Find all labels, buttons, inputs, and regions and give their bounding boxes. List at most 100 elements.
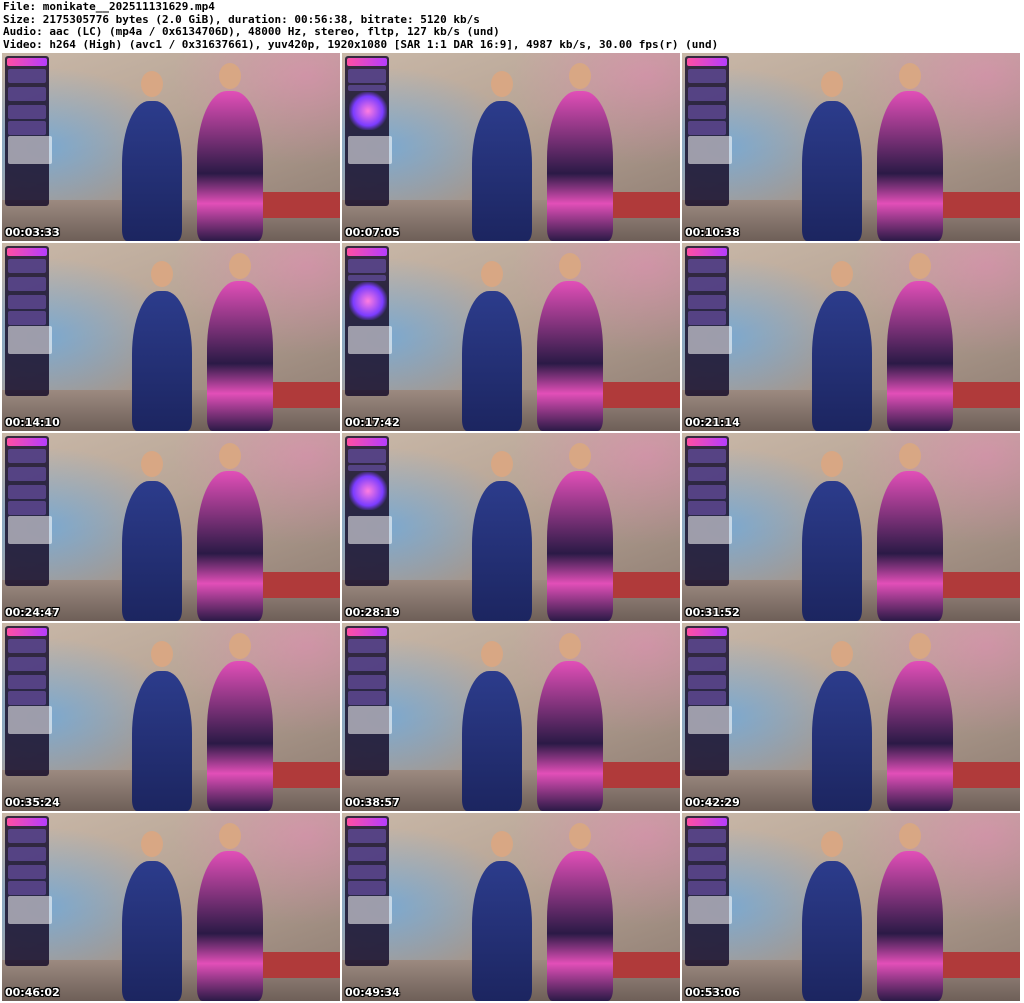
- thumbnail-frame-image: [2, 53, 340, 241]
- person-head: [899, 823, 921, 849]
- stream-overlay-panel: [5, 626, 52, 776]
- person-figure: [132, 291, 192, 431]
- person-head: [219, 443, 241, 469]
- thumbnail-frame-image: [342, 243, 680, 431]
- person-head: [481, 641, 503, 667]
- person-figure: [472, 861, 532, 1001]
- thumbnail-timestamp: 00:17:42: [345, 416, 400, 429]
- thumbnail-frame-image: [2, 433, 340, 621]
- thumbnail-timestamp: 00:53:06: [685, 986, 740, 999]
- video-thumbnail[interactable]: 00:03:33: [2, 53, 340, 241]
- thumbnail-frame-image: [342, 433, 680, 621]
- thumbnail-timestamp: 00:14:10: [5, 416, 60, 429]
- person-figure: [887, 281, 953, 431]
- thumbnail-timestamp: 00:10:38: [685, 226, 740, 239]
- thumbnail-frame-image: [342, 623, 680, 811]
- thumbnail-timestamp: 00:03:33: [5, 226, 60, 239]
- person-figure: [802, 481, 862, 621]
- person-head: [821, 831, 843, 857]
- person-head: [491, 451, 513, 477]
- video-thumbnail[interactable]: 00:24:47: [2, 433, 340, 621]
- person-figure: [197, 91, 263, 241]
- person-head: [219, 63, 241, 89]
- video-thumbnail[interactable]: 00:49:34: [342, 813, 680, 1001]
- person-figure: [537, 281, 603, 431]
- video-thumbnail[interactable]: 00:17:42: [342, 243, 680, 431]
- person-figure: [122, 861, 182, 1001]
- person-figure: [207, 281, 273, 431]
- video-thumbnail[interactable]: 00:31:52: [682, 433, 1020, 621]
- person-figure: [132, 671, 192, 811]
- person-head: [569, 443, 591, 469]
- video-thumbnail[interactable]: 00:10:38: [682, 53, 1020, 241]
- person-head: [151, 641, 173, 667]
- person-head: [909, 633, 931, 659]
- person-figure: [462, 671, 522, 811]
- person-head: [491, 831, 513, 857]
- file-info-header: File: monikate__202511131629.mp4 Size: 2…: [3, 1, 1021, 51]
- person-head: [151, 261, 173, 287]
- person-figure: [472, 481, 532, 621]
- thumbnail-frame-image: [342, 53, 680, 241]
- person-figure: [547, 471, 613, 621]
- thumbnail-timestamp: 00:24:47: [5, 606, 60, 619]
- stream-overlay-panel: [345, 56, 392, 206]
- person-head: [899, 63, 921, 89]
- stream-overlay-panel: [5, 56, 52, 206]
- file-size-line: Size: 2175305776 bytes (2.0 GiB), durati…: [3, 13, 480, 26]
- person-head: [831, 641, 853, 667]
- thumbnail-frame-image: [2, 623, 340, 811]
- stream-overlay-panel: [685, 246, 732, 396]
- person-figure: [547, 91, 613, 241]
- person-figure: [197, 851, 263, 1001]
- person-head: [229, 633, 251, 659]
- video-thumbnail[interactable]: 00:28:19: [342, 433, 680, 621]
- video-thumbnail[interactable]: 00:53:06: [682, 813, 1020, 1001]
- video-thumbnail[interactable]: 00:21:14: [682, 243, 1020, 431]
- stream-overlay-panel: [685, 436, 732, 586]
- person-figure: [207, 661, 273, 811]
- thumbnail-frame-image: [682, 813, 1020, 1001]
- video-thumbnail[interactable]: 00:35:24: [2, 623, 340, 811]
- thumbnail-grid: 00:03:33 00:07:05 00:10:38 00:14:10 00:17:42…: [2, 53, 1023, 1002]
- thumbnail-timestamp: 00:35:24: [5, 796, 60, 809]
- person-figure: [122, 481, 182, 621]
- video-thumbnail[interactable]: 00:07:05: [342, 53, 680, 241]
- stream-overlay-panel: [345, 626, 392, 776]
- person-head: [569, 823, 591, 849]
- thumbnail-timestamp: 00:28:19: [345, 606, 400, 619]
- audio-info-line: Audio: aac (LC) (mp4a / 0x6134706D), 480…: [3, 26, 500, 39]
- thumbnail-frame-image: [2, 813, 340, 1001]
- person-figure: [122, 101, 182, 241]
- video-info-line: Video: h264 (High) (avc1 / 0x31637661), …: [3, 38, 719, 51]
- thumbnail-timestamp: 00:46:02: [5, 986, 60, 999]
- person-head: [909, 253, 931, 279]
- person-head: [559, 253, 581, 279]
- video-thumbnail[interactable]: 00:46:02: [2, 813, 340, 1001]
- thumbnail-timestamp: 00:21:14: [685, 416, 740, 429]
- thumbnail-timestamp: 00:42:29: [685, 796, 740, 809]
- thumbnail-frame-image: [682, 623, 1020, 811]
- person-head: [141, 451, 163, 477]
- stream-overlay-panel: [685, 56, 732, 206]
- stream-overlay-panel: [685, 626, 732, 776]
- stream-overlay-panel: [685, 816, 732, 966]
- video-thumbnail[interactable]: 00:14:10: [2, 243, 340, 431]
- stream-overlay-panel: [345, 816, 392, 966]
- person-figure: [537, 661, 603, 811]
- video-thumbnail[interactable]: 00:42:29: [682, 623, 1020, 811]
- thumbnail-frame-image: [342, 813, 680, 1001]
- person-figure: [887, 661, 953, 811]
- person-head: [141, 831, 163, 857]
- thumbnail-timestamp: 00:07:05: [345, 226, 400, 239]
- person-figure: [812, 671, 872, 811]
- person-head: [821, 451, 843, 477]
- person-figure: [877, 91, 943, 241]
- person-head: [899, 443, 921, 469]
- stream-overlay-panel: [5, 246, 52, 396]
- person-head: [219, 823, 241, 849]
- person-figure: [547, 851, 613, 1001]
- stream-overlay-panel: [345, 436, 392, 586]
- thumbnail-frame-image: [682, 433, 1020, 621]
- video-thumbnail[interactable]: 00:38:57: [342, 623, 680, 811]
